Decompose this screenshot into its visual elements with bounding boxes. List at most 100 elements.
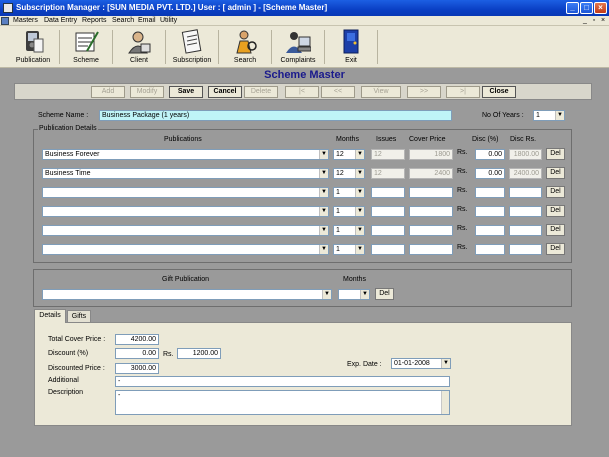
chevron-down-icon[interactable]: ▼ bbox=[319, 226, 328, 235]
delete-button[interactable]: Delete bbox=[244, 86, 278, 98]
publication-select[interactable]: Business Time ▼ bbox=[42, 168, 329, 179]
modify-button[interactable]: Modify bbox=[130, 86, 164, 98]
cancel-button[interactable]: Cancel bbox=[208, 86, 242, 98]
mdi-minimize-button[interactable]: _ bbox=[581, 16, 589, 26]
first-record-button[interactable]: |< bbox=[285, 86, 319, 98]
next-record-button[interactable]: >> bbox=[407, 86, 441, 98]
chevron-down-icon[interactable]: ▼ bbox=[319, 207, 328, 216]
toolbar-exit-button[interactable]: Exit bbox=[329, 28, 373, 66]
publication-select[interactable]: ▼ bbox=[42, 187, 329, 198]
gift-publication-select[interactable]: ▼ bbox=[42, 289, 332, 300]
years-select[interactable]: 1 ▼ bbox=[533, 110, 565, 121]
disc-pct-input[interactable]: 0.00 bbox=[475, 149, 505, 160]
issues-input[interactable] bbox=[371, 187, 405, 198]
mdi-restore-button[interactable]: ▫ bbox=[590, 16, 598, 26]
additional-input[interactable]: - bbox=[115, 376, 450, 387]
issues-input[interactable] bbox=[371, 244, 405, 255]
maximize-button[interactable]: □ bbox=[580, 2, 593, 14]
chevron-down-icon[interactable]: ▼ bbox=[319, 188, 328, 197]
months-select[interactable]: 12 ▼ bbox=[333, 149, 365, 160]
save-button[interactable]: Save bbox=[169, 86, 203, 98]
issues-input[interactable]: 12 bbox=[371, 168, 405, 179]
toolbar-complaints-button[interactable]: Complaints bbox=[276, 28, 320, 66]
toolbar-scheme-button[interactable]: Scheme bbox=[64, 28, 108, 66]
chevron-down-icon[interactable]: ▼ bbox=[355, 150, 364, 159]
publication-select[interactable]: Business Forever ▼ bbox=[42, 149, 329, 160]
discount-rs-input[interactable]: 1200.00 bbox=[177, 348, 221, 359]
disc-rs-input[interactable] bbox=[509, 206, 542, 217]
gift-del-button[interactable]: Del bbox=[375, 288, 394, 300]
cover-price-input[interactable] bbox=[409, 187, 453, 198]
menu-utility[interactable]: Utility bbox=[160, 16, 177, 26]
publication-select[interactable]: ▼ bbox=[42, 244, 329, 255]
disc-pct-input[interactable] bbox=[475, 187, 505, 198]
disc-rs-input[interactable]: 2400.00 bbox=[509, 168, 542, 179]
previous-record-button[interactable]: << bbox=[321, 86, 355, 98]
menu-masters[interactable]: Masters bbox=[13, 16, 38, 26]
menu-reports[interactable]: Reports bbox=[82, 16, 107, 26]
close-form-button[interactable]: Close bbox=[482, 86, 516, 98]
toolbar-client-button[interactable]: Client bbox=[117, 28, 161, 66]
issues-input[interactable]: 12 bbox=[371, 149, 405, 160]
chevron-down-icon[interactable]: ▼ bbox=[319, 169, 328, 178]
chevron-down-icon[interactable]: ▼ bbox=[360, 290, 369, 299]
last-record-button[interactable]: >| bbox=[446, 86, 480, 98]
add-button[interactable]: Add bbox=[91, 86, 125, 98]
issues-input[interactable] bbox=[371, 206, 405, 217]
row-del-button[interactable]: Del bbox=[546, 186, 565, 198]
disc-pct-input[interactable] bbox=[475, 206, 505, 217]
mdi-close-button[interactable]: × bbox=[599, 16, 607, 26]
row-del-button[interactable]: Del bbox=[546, 205, 565, 217]
chevron-down-icon[interactable]: ▼ bbox=[319, 150, 328, 159]
months-select[interactable]: 1 ▼ bbox=[333, 206, 365, 217]
toolbar-subscription-button[interactable]: Subscription bbox=[170, 28, 214, 66]
cover-price-input[interactable] bbox=[409, 244, 453, 255]
disc-pct-input[interactable]: 0.00 bbox=[475, 168, 505, 179]
toolbar-publication-button[interactable]: Publication bbox=[11, 28, 55, 66]
discounted-price-input[interactable]: 3000.00 bbox=[115, 363, 159, 374]
menu-email[interactable]: Email bbox=[138, 16, 156, 26]
minimize-button[interactable]: _ bbox=[566, 2, 579, 14]
chevron-down-icon[interactable]: ▼ bbox=[322, 290, 331, 299]
cover-price-input[interactable] bbox=[409, 225, 453, 236]
cover-price-input[interactable]: 1800 bbox=[409, 149, 453, 160]
chevron-down-icon[interactable]: ▼ bbox=[355, 169, 364, 178]
months-select[interactable]: 1 ▼ bbox=[333, 225, 365, 236]
total-cover-price-input[interactable]: 4200.00 bbox=[115, 334, 159, 345]
publication-select[interactable]: ▼ bbox=[42, 225, 329, 236]
months-select[interactable]: 12 ▼ bbox=[333, 168, 365, 179]
view-button[interactable]: View bbox=[361, 86, 401, 98]
cover-price-input[interactable]: 2400 bbox=[409, 168, 453, 179]
row-del-button[interactable]: Del bbox=[546, 148, 565, 160]
chevron-down-icon[interactable]: ▼ bbox=[555, 111, 564, 120]
description-scrollbar[interactable] bbox=[441, 391, 449, 414]
mdi-child-icon[interactable] bbox=[1, 17, 9, 25]
chevron-down-icon[interactable]: ▼ bbox=[355, 188, 364, 197]
months-select[interactable]: 1 ▼ bbox=[333, 187, 365, 198]
row-del-button[interactable]: Del bbox=[546, 224, 565, 236]
row-del-button[interactable]: Del bbox=[546, 167, 565, 179]
row-del-button[interactable]: Del bbox=[546, 243, 565, 255]
menu-data-entry[interactable]: Data Entry bbox=[44, 16, 77, 26]
chevron-down-icon[interactable]: ▼ bbox=[319, 245, 328, 254]
disc-rs-input[interactable] bbox=[509, 244, 542, 255]
chevron-down-icon[interactable]: ▼ bbox=[355, 245, 364, 254]
months-select[interactable]: 1 ▼ bbox=[333, 244, 365, 255]
disc-rs-input[interactable]: 1800.00 bbox=[509, 149, 542, 160]
disc-rs-input[interactable] bbox=[509, 225, 542, 236]
gift-months-select[interactable]: ▼ bbox=[338, 289, 370, 300]
close-window-button[interactable]: × bbox=[594, 2, 607, 14]
tab-details[interactable]: Details bbox=[34, 309, 66, 323]
disc-rs-input[interactable] bbox=[509, 187, 542, 198]
chevron-down-icon[interactable]: ▼ bbox=[355, 226, 364, 235]
issues-input[interactable] bbox=[371, 225, 405, 236]
menu-search[interactable]: Search bbox=[112, 16, 134, 26]
discount-pct-input[interactable]: 0.00 bbox=[115, 348, 159, 359]
chevron-down-icon[interactable]: ▼ bbox=[441, 359, 450, 368]
scheme-name-input[interactable]: Business Package (1 years) bbox=[99, 110, 452, 121]
chevron-down-icon[interactable]: ▼ bbox=[355, 207, 364, 216]
publication-select[interactable]: ▼ bbox=[42, 206, 329, 217]
description-textarea[interactable]: - bbox=[115, 390, 450, 415]
disc-pct-input[interactable] bbox=[475, 244, 505, 255]
cover-price-input[interactable] bbox=[409, 206, 453, 217]
